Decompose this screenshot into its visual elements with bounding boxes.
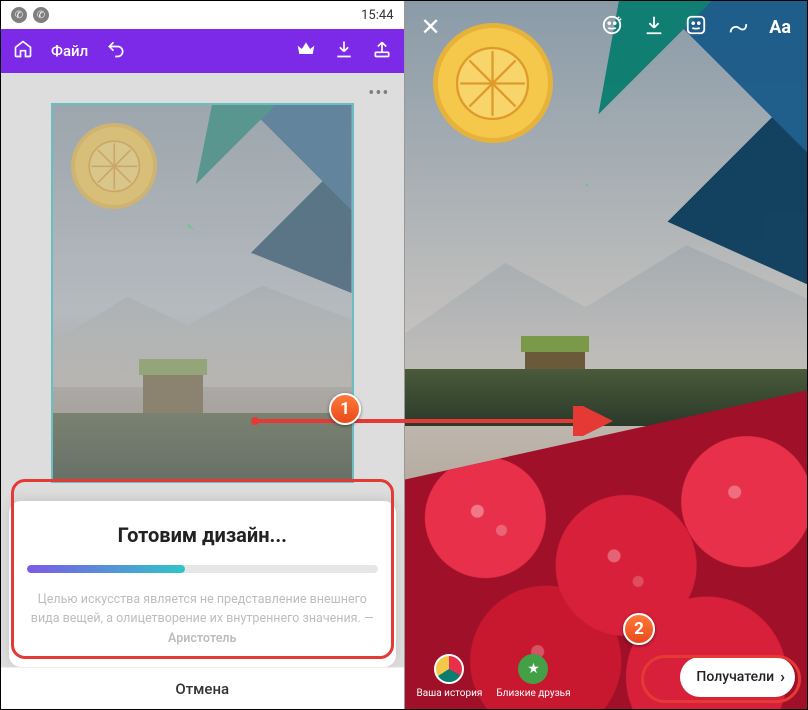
loading-quote: Целью искусства является не представлени… — [27, 591, 378, 649]
your-story-avatar — [434, 654, 464, 684]
share-icon[interactable] — [372, 39, 392, 64]
viber-icon: ✆ — [33, 7, 49, 23]
canva-app-screen: ✆ ✆ 15:44 Файл — [1, 1, 405, 709]
app-toolbar: Файл — [1, 29, 404, 73]
canvas-area: ••• Готовим дизайн... — [1, 73, 404, 709]
download-icon[interactable] — [334, 39, 354, 64]
draw-icon[interactable] — [727, 14, 749, 41]
text-tool-icon[interactable]: Aa — [769, 17, 791, 38]
story-share-row: Ваша история ★ Близкие друзья Получатели… — [405, 654, 808, 699]
cancel-button[interactable]: Отмена — [1, 667, 404, 709]
status-bar: ✆ ✆ 15:44 — [1, 1, 404, 29]
star-icon: ★ — [518, 654, 548, 684]
export-progress-sheet: Готовим дизайн... Целью искусства являет… — [9, 501, 396, 667]
sheet-title: Готовим дизайн... — [27, 523, 378, 547]
face-filter-icon[interactable] — [601, 14, 623, 41]
instagram-story-editor: ✕ Aa Ваша история — [405, 1, 808, 709]
undo-icon[interactable] — [106, 39, 126, 64]
your-story-button[interactable]: Ваша история — [417, 654, 483, 699]
viber-icon: ✆ — [11, 7, 27, 23]
sticker-icon[interactable] — [685, 14, 707, 41]
crown-icon[interactable] — [296, 39, 316, 64]
chevron-right-icon: › — [780, 667, 785, 686]
status-icons: ✆ ✆ — [11, 7, 49, 23]
recipients-button[interactable]: Получатели › — [680, 657, 795, 697]
home-icon[interactable] — [13, 39, 33, 64]
story-toolbar: ✕ Aa — [405, 1, 808, 53]
close-friends-button[interactable]: ★ Близкие друзья — [496, 654, 570, 699]
file-menu[interactable]: Файл — [51, 42, 88, 60]
close-icon[interactable]: ✕ — [421, 13, 441, 41]
progress-fill — [27, 565, 185, 573]
progress-bar — [27, 565, 378, 573]
save-icon[interactable] — [643, 14, 665, 41]
clock: 15:44 — [361, 8, 393, 23]
